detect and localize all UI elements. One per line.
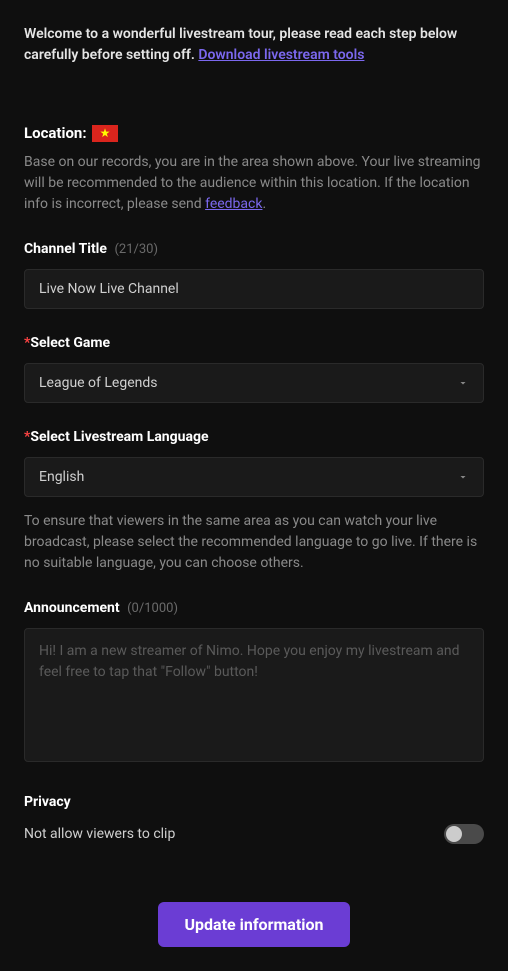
privacy-toggle[interactable]: [444, 824, 484, 844]
privacy-section: Privacy Not allow viewers to clip: [24, 794, 484, 844]
channel-title-group: Channel Title (21/30): [24, 241, 484, 309]
channel-title-input[interactable]: [24, 269, 484, 309]
location-section: Location: Base on our records, you are i…: [24, 124, 484, 215]
select-language-description: To ensure that viewers in the same area …: [24, 511, 484, 574]
location-desc-post: .: [262, 196, 266, 212]
announcement-group: Announcement (0/1000): [24, 600, 484, 766]
download-tools-link[interactable]: Download livestream tools: [198, 47, 364, 63]
select-game-value: League of Legends: [39, 375, 157, 391]
announcement-counter: (0/1000): [127, 601, 178, 616]
announcement-label: Announcement: [24, 600, 120, 616]
intro-text: Welcome to a wonderful livestream tour, …: [24, 24, 484, 66]
select-game-dropdown[interactable]: League of Legends: [24, 363, 484, 403]
channel-title-counter: (21/30): [114, 242, 158, 257]
submit-wrap: Update information: [24, 902, 484, 947]
select-language-dropdown[interactable]: English: [24, 457, 484, 497]
announcement-input[interactable]: [24, 628, 484, 762]
chevron-down-icon: [457, 377, 469, 389]
privacy-toggle-row: Not allow viewers to clip: [24, 824, 484, 844]
toggle-knob: [446, 826, 462, 842]
privacy-label: Privacy: [24, 794, 484, 810]
privacy-toggle-label: Not allow viewers to clip: [24, 826, 175, 842]
select-language-group: *Select Livestream Language English To e…: [24, 429, 484, 574]
chevron-down-icon: [457, 471, 469, 483]
channel-title-label: Channel Title: [24, 241, 107, 257]
select-language-value: English: [39, 469, 84, 485]
select-game-label: *Select Game: [24, 335, 110, 351]
select-language-label: *Select Livestream Language: [24, 429, 209, 445]
update-information-button[interactable]: Update information: [158, 902, 349, 947]
location-description: Base on our records, you are in the area…: [24, 152, 484, 215]
location-label: Location:: [24, 124, 87, 142]
feedback-link[interactable]: feedback: [205, 196, 262, 212]
select-game-group: *Select Game League of Legends: [24, 335, 484, 403]
location-flag-icon: [92, 125, 118, 142]
